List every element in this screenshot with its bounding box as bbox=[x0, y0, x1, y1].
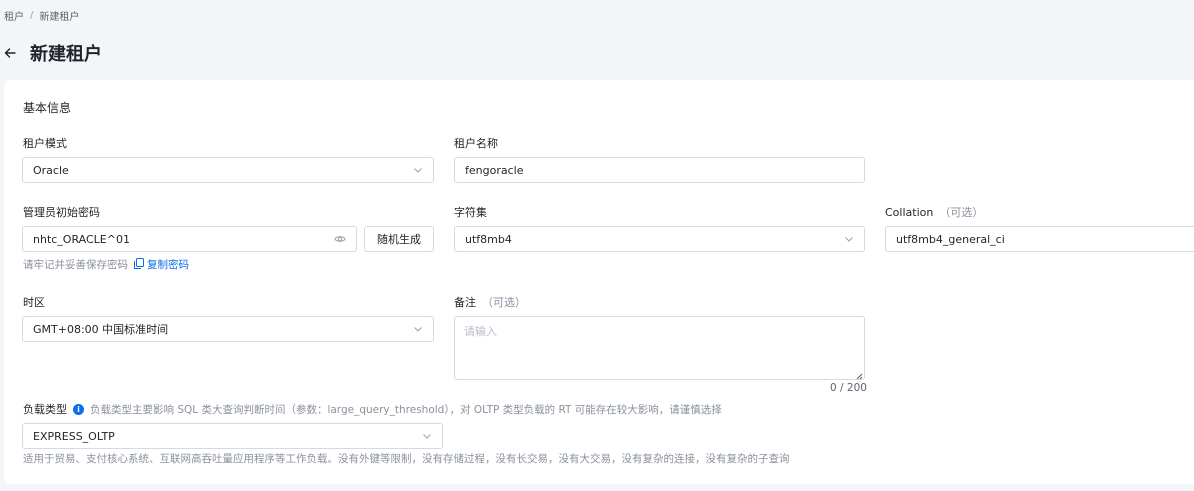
remark-label: 备注 （可选） bbox=[454, 294, 526, 310]
timezone-value: GMT+08:00 中国标准时间 bbox=[33, 323, 169, 336]
section-title: 基本信息 bbox=[23, 101, 72, 115]
workload-select[interactable]: EXPRESS_OLTP bbox=[22, 423, 443, 449]
basic-info-card: 基本信息 租户模式 Oracle 租户名称 fengoracle 管理员初始密码… bbox=[4, 80, 1194, 484]
page-header: 新建租户 bbox=[4, 40, 102, 66]
tenant-name-label-text: 租户名称 bbox=[454, 137, 498, 150]
workload-description: 适用于贸易、支付核心系统、互联网高吞吐量应用程序等工作负载。没有外键等限制，没有… bbox=[23, 451, 790, 466]
workload-description-text: 适用于贸易、支付核心系统、互联网高吞吐量应用程序等工作负载。没有外键等限制，没有… bbox=[23, 453, 790, 465]
chevron-down-icon bbox=[844, 234, 854, 244]
workload-info-text: 负载类型主要影响 SQL 类大查询判断时间（参数：large_query_thr… bbox=[90, 403, 722, 416]
generate-password-button[interactable]: 随机生成 bbox=[364, 226, 434, 252]
admin-password-value: nhtc_ORACLE^01 bbox=[33, 232, 130, 246]
remark-label-text: 备注 bbox=[454, 296, 476, 309]
collation-value: utf8mb4_general_ci bbox=[896, 232, 1005, 246]
collation-select[interactable]: utf8mb4_general_ci bbox=[885, 226, 1194, 252]
timezone-select[interactable]: GMT+08:00 中国标准时间 bbox=[22, 316, 434, 342]
admin-password-label: 管理员初始密码 bbox=[23, 204, 100, 220]
eye-icon[interactable] bbox=[334, 234, 346, 244]
workload-label: 负载类型 i 负载类型主要影响 SQL 类大查询判断时间（参数：large_qu… bbox=[23, 401, 722, 417]
charset-label-text: 字符集 bbox=[454, 206, 487, 219]
copy-password-label: 复制密码 bbox=[147, 259, 189, 271]
admin-password-input[interactable]: nhtc_ORACLE^01 bbox=[22, 226, 357, 252]
remark-placeholder: 请输入 bbox=[464, 325, 497, 338]
timezone-label-text: 时区 bbox=[23, 296, 45, 309]
password-hint-text: 请牢记并妥善保存密码 bbox=[23, 259, 128, 271]
admin-password-label-text: 管理员初始密码 bbox=[23, 206, 100, 219]
breadcrumb-separator: / bbox=[30, 10, 34, 21]
resize-handle-icon[interactable] bbox=[855, 370, 863, 380]
remark-textarea[interactable]: 请输入 bbox=[454, 316, 865, 380]
charset-select[interactable]: utf8mb4 bbox=[454, 226, 865, 252]
collation-label-text: Collation bbox=[885, 205, 934, 219]
tenant-name-label: 租户名称 bbox=[454, 135, 498, 151]
collation-label: Collation （可选） bbox=[885, 204, 983, 220]
tenant-name-input[interactable]: fengoracle bbox=[454, 157, 865, 183]
tenant-name-value: fengoracle bbox=[465, 163, 524, 177]
timezone-label: 时区 bbox=[23, 294, 45, 310]
tenant-mode-value: Oracle bbox=[33, 163, 69, 177]
copy-icon bbox=[134, 257, 144, 272]
back-arrow-icon[interactable] bbox=[4, 46, 18, 60]
collation-optional-tag: （可选） bbox=[939, 206, 984, 219]
tenant-mode-label-text: 租户模式 bbox=[23, 137, 67, 150]
workload-value: EXPRESS_OLTP bbox=[33, 429, 115, 443]
info-icon: i bbox=[73, 403, 84, 415]
tenant-mode-select[interactable]: Oracle bbox=[22, 157, 434, 183]
charset-value: utf8mb4 bbox=[465, 232, 512, 246]
chevron-down-icon bbox=[422, 431, 432, 441]
breadcrumb-tenant-link[interactable]: 租户 bbox=[4, 8, 24, 23]
remark-optional-tag: （可选） bbox=[482, 296, 526, 309]
copy-password-link[interactable]: 复制密码 bbox=[134, 257, 189, 272]
breadcrumb-current: 新建租户 bbox=[39, 12, 80, 23]
chevron-down-icon bbox=[413, 324, 423, 334]
page-title: 新建租户 bbox=[30, 44, 102, 65]
charset-label: 字符集 bbox=[454, 204, 487, 220]
password-hint: 请牢记并妥善保存密码 复制密码 bbox=[23, 257, 189, 272]
chevron-down-icon bbox=[413, 165, 423, 175]
breadcrumb: 租户 / 新建租户 bbox=[4, 8, 79, 23]
tenant-mode-label: 租户模式 bbox=[23, 135, 67, 151]
remark-counter: 0 / 200 bbox=[830, 382, 867, 394]
workload-label-text: 负载类型 bbox=[23, 403, 67, 416]
